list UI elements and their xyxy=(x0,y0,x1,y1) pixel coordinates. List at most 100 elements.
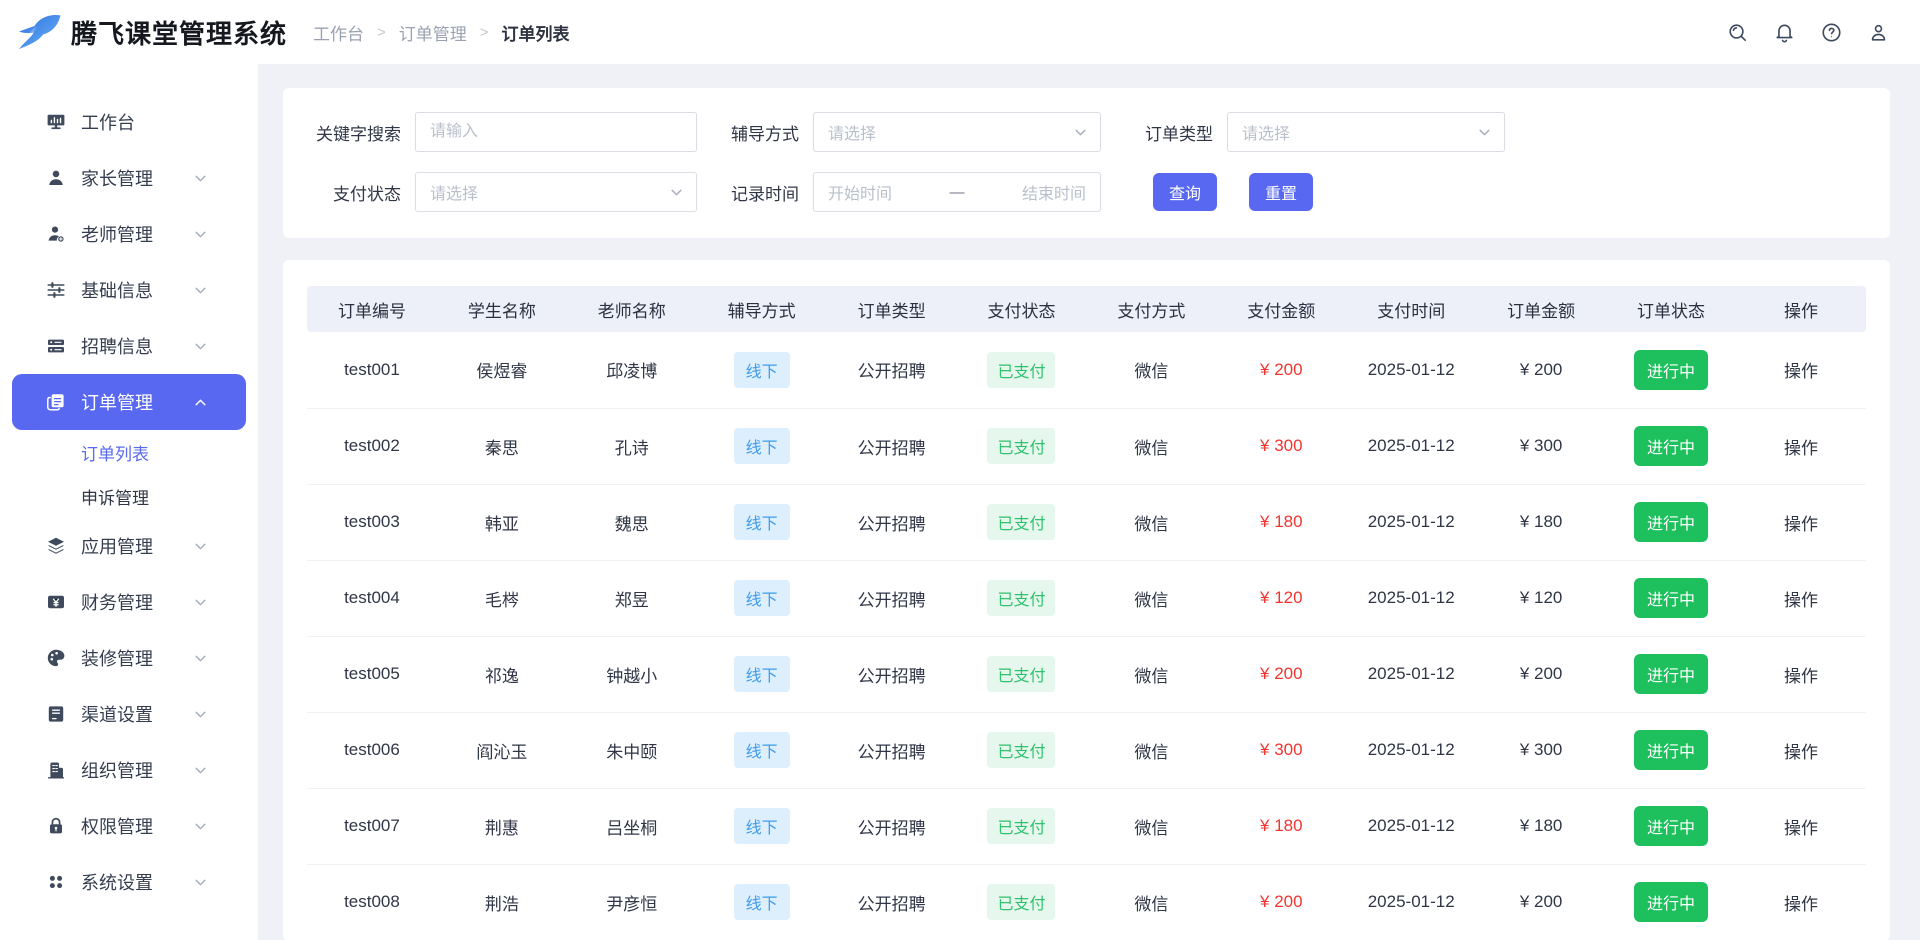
breadcrumb-item-order-management[interactable]: 订单管理 xyxy=(399,20,467,45)
cell-order-amount: ¥ 200 xyxy=(1476,332,1606,408)
order-management-submenu: 订单列表 申诉管理 xyxy=(0,430,258,518)
cell-teacher-name: 郑昱 xyxy=(567,560,697,636)
app-window: 腾飞课堂管理系统 工作台 > 订单管理 > 订单列表 xyxy=(0,0,1920,940)
cell-payment-amount: ¥ 200 xyxy=(1216,636,1346,712)
row-action-link[interactable]: 操作 xyxy=(1784,515,1818,534)
row-action-link[interactable]: 操作 xyxy=(1784,743,1818,762)
sidebar-item-label: 组织管理 xyxy=(81,757,153,783)
column-header: 订单类型 xyxy=(827,286,957,332)
chevron-down-icon xyxy=(193,283,208,298)
payment-status-select[interactable]: 请选择 xyxy=(415,172,697,212)
cell-payment-time: 2025-01-12 xyxy=(1346,332,1476,408)
cell-order-no: test005 xyxy=(307,636,437,712)
cell-order-type: 公开招聘 xyxy=(827,484,957,560)
sidebar-item-teacher-management[interactable]: 老师管理 xyxy=(0,206,258,262)
body-wrap: 工作台 家长管理 老师管理 基础信息 xyxy=(0,64,1920,940)
search-icon[interactable] xyxy=(1721,16,1753,48)
payment-status-badge: 已支付 xyxy=(987,884,1055,920)
filter-row-2: 支付状态 请选择 记录时间 开始时间 — 结束时间 xyxy=(313,172,1864,212)
sidebar-item-recruit-info[interactable]: 招聘信息 xyxy=(0,318,258,374)
row-action-link[interactable]: 操作 xyxy=(1784,819,1818,838)
cell-order-amount: ¥ 180 xyxy=(1476,484,1606,560)
cell-order-type: 公开招聘 xyxy=(827,560,957,636)
cell-payment-method: 微信 xyxy=(1086,712,1216,788)
chevron-down-icon xyxy=(193,651,208,666)
query-button[interactable]: 查询 xyxy=(1153,173,1217,211)
sidebar-item-label: 基础信息 xyxy=(81,277,153,303)
cell-payment-time: 2025-01-12 xyxy=(1346,484,1476,560)
sidebar-item-org-management[interactable]: 组织管理 xyxy=(0,742,258,798)
row-action-link[interactable]: 操作 xyxy=(1784,591,1818,610)
row-action-link[interactable]: 操作 xyxy=(1784,439,1818,458)
main-content: 关键字搜索 辅导方式 请选择 订单类型 请选择 xyxy=(258,64,1920,940)
tutoring-mode-badge: 线下 xyxy=(734,352,790,388)
help-icon[interactable] xyxy=(1815,16,1847,48)
column-header: 操作 xyxy=(1736,286,1866,332)
table-row: test007 荆惠 吕坐桐 线下 公开招聘 已支付 微信 ¥ 180 2025… xyxy=(307,788,1866,864)
sidebar-item-workbench[interactable]: 工作台 xyxy=(0,94,258,150)
order-status-badge: 进行中 xyxy=(1634,730,1708,770)
column-header: 辅导方式 xyxy=(697,286,827,332)
column-header: 支付状态 xyxy=(957,286,1087,332)
cell-teacher-name: 朱中颐 xyxy=(567,712,697,788)
column-header: 订单金额 xyxy=(1476,286,1606,332)
sidebar-item-label: 应用管理 xyxy=(81,533,153,559)
cell-order-no: test001 xyxy=(307,332,437,408)
select-placeholder: 请选择 xyxy=(430,180,478,204)
sidebar-item-channel-settings[interactable]: 渠道设置 xyxy=(0,686,258,742)
order-icon xyxy=(46,392,66,412)
sidebar-item-permission-management[interactable]: 权限管理 xyxy=(0,798,258,854)
order-type-select[interactable]: 请选择 xyxy=(1227,112,1505,152)
row-action-link[interactable]: 操作 xyxy=(1784,895,1818,914)
sidebar-item-basic-info[interactable]: 基础信息 xyxy=(0,262,258,318)
filter-row-1: 关键字搜索 辅导方式 请选择 订单类型 请选择 xyxy=(313,112,1864,152)
chevron-down-icon xyxy=(1073,125,1088,140)
keyword-input[interactable] xyxy=(415,112,697,152)
cell-payment-method: 微信 xyxy=(1086,864,1216,940)
sidebar-item-finance-management[interactable]: 财务管理 xyxy=(0,574,258,630)
cell-student-name: 韩亚 xyxy=(437,484,567,560)
sidebar-item-parent-management[interactable]: 家长管理 xyxy=(0,150,258,206)
tutoring-mode-badge: 线下 xyxy=(734,656,790,692)
cell-payment-time: 2025-01-12 xyxy=(1346,712,1476,788)
breadcrumb-item-workbench[interactable]: 工作台 xyxy=(313,20,364,45)
cell-order-type: 公开招聘 xyxy=(827,864,957,940)
sidebar-item-decoration-management[interactable]: 装修管理 xyxy=(0,630,258,686)
cell-order-no: test003 xyxy=(307,484,437,560)
cell-teacher-name: 孔诗 xyxy=(567,408,697,484)
cell-order-type: 公开招聘 xyxy=(827,788,957,864)
cell-payment-time: 2025-01-12 xyxy=(1346,864,1476,940)
cell-order-type: 公开招聘 xyxy=(827,332,957,408)
payment-status-badge: 已支付 xyxy=(987,656,1055,692)
breadcrumb-separator: > xyxy=(480,24,489,41)
sidebar-item-label: 财务管理 xyxy=(81,589,153,615)
range-separator: — xyxy=(944,184,971,201)
sidebar-item-label: 订单管理 xyxy=(81,389,153,415)
cell-student-name: 毛梣 xyxy=(437,560,567,636)
breadcrumb-separator: > xyxy=(377,24,386,41)
sidebar-item-system-settings[interactable]: 系统设置 xyxy=(0,854,258,910)
order-status-badge: 进行中 xyxy=(1634,426,1708,466)
chevron-down-icon xyxy=(193,227,208,242)
column-header: 支付方式 xyxy=(1086,286,1216,332)
user-icon[interactable] xyxy=(1862,16,1894,48)
record-time-range-picker[interactable]: 开始时间 — 结束时间 xyxy=(813,172,1101,212)
row-action-link[interactable]: 操作 xyxy=(1784,362,1818,381)
sidebar-item-order-management[interactable]: 订单管理 xyxy=(12,374,246,430)
chevron-down-icon xyxy=(1477,125,1492,140)
row-action-link[interactable]: 操作 xyxy=(1784,667,1818,686)
tutoring-mode-select[interactable]: 请选择 xyxy=(813,112,1101,152)
tutoring-mode-badge: 线下 xyxy=(734,504,790,540)
sidebar-subitem-appeal-management[interactable]: 申诉管理 xyxy=(0,474,258,518)
order-table: 订单编号学生名称老师名称辅导方式订单类型支付状态支付方式支付金额支付时间订单金额… xyxy=(307,286,1866,940)
tutoring-mode-badge: 线下 xyxy=(734,732,790,768)
reset-button[interactable]: 重置 xyxy=(1249,173,1313,211)
cell-order-no: test002 xyxy=(307,408,437,484)
sidebar-subitem-order-list[interactable]: 订单列表 xyxy=(0,430,258,474)
finance-icon xyxy=(46,592,66,612)
table-header-row: 订单编号学生名称老师名称辅导方式订单类型支付状态支付方式支付金额支付时间订单金额… xyxy=(307,286,1866,332)
sidebar-item-app-management[interactable]: 应用管理 xyxy=(0,518,258,574)
chevron-down-icon xyxy=(193,763,208,778)
payment-status-badge: 已支付 xyxy=(987,504,1055,540)
bell-icon[interactable] xyxy=(1768,16,1800,48)
